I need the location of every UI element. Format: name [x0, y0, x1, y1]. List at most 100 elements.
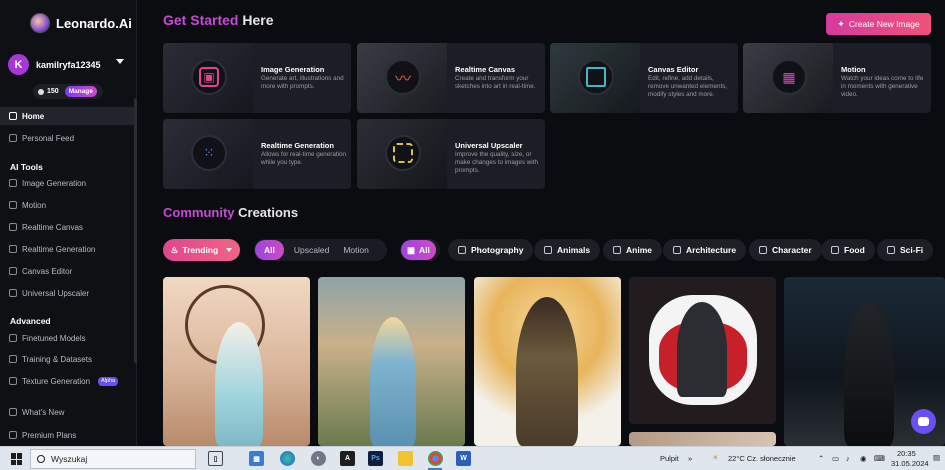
segment-all[interactable]: All	[255, 240, 284, 260]
figure-shape	[844, 302, 894, 446]
word-icon[interactable]: W	[456, 451, 471, 466]
news-icon	[9, 408, 17, 416]
trello-icon[interactable]: ▦	[249, 451, 264, 466]
sidebar-item-premium-plans[interactable]: Premium Plans	[0, 426, 136, 444]
app-name: Leonardo.Ai	[56, 15, 132, 31]
category-all[interactable]: ▦ All	[400, 239, 440, 261]
flame-icon: ♨	[170, 244, 179, 255]
trending-dropdown[interactable]: ♨ Trending	[163, 239, 240, 261]
community-image-dreamcatcher[interactable]	[163, 277, 310, 446]
film-icon: ▦	[782, 68, 796, 85]
community-image-princess[interactable]	[318, 277, 465, 446]
page-title: Get Started Here	[163, 12, 274, 28]
sidebar-item-personal-feed[interactable]: Personal Feed	[0, 129, 136, 147]
sidebar-item-realtime-generation[interactable]: Realtime Generation	[0, 240, 136, 258]
main-content: Get Started Here ✦ Create New Image ▣ Im…	[137, 0, 945, 446]
figure-shape	[516, 297, 578, 446]
logo[interactable]: Leonardo.Ai	[30, 13, 132, 33]
category-all-active[interactable]: ▦ All	[401, 240, 436, 260]
grid-icon: ⁙	[203, 145, 215, 160]
app-icon[interactable]: ◐	[311, 451, 326, 466]
card-desc: Generate art, illustrations and more wit…	[261, 75, 344, 90]
community-image-next[interactable]	[629, 432, 776, 446]
language-icon[interactable]: ⌨	[874, 454, 885, 463]
card-realtime-canvas[interactable]: 〰 Realtime Canvas Create and transform y…	[357, 43, 545, 113]
card-title: Realtime Generation	[261, 141, 334, 150]
credit-count: 150	[47, 88, 59, 95]
sidebar-item-label: Finetuned Models	[22, 333, 86, 343]
card-icon-ring: 〰	[385, 59, 421, 95]
taskbar-search[interactable]: Wyszukaj	[30, 449, 196, 469]
card-desc: Create and transform your sketches into …	[455, 75, 536, 90]
trending-label: Trending	[182, 245, 219, 255]
person-icon	[759, 246, 767, 254]
category-photography[interactable]: Photography	[448, 239, 534, 261]
app-a-icon[interactable]: A	[340, 451, 355, 466]
paw-icon	[544, 246, 552, 254]
card-desc: Improve the quality, size, or make chang…	[455, 151, 538, 174]
card-image-generation[interactable]: ▣ Image Generation Generate art, illustr…	[163, 43, 351, 113]
card-canvas-editor[interactable]: Canvas Editor Edit, refine, add details,…	[550, 43, 738, 113]
category-character[interactable]: Character	[749, 239, 822, 261]
title-accent: Get Started	[163, 12, 239, 28]
sidebar-item-label: Realtime Canvas	[22, 222, 83, 232]
category-sci-fi[interactable]: Sci-Fi	[877, 239, 934, 261]
file-explorer-icon[interactable]	[398, 451, 413, 466]
brush-icon	[9, 223, 17, 231]
notification-icon[interactable]: ▤	[933, 453, 940, 462]
sidebar: Leonardo.Ai K kamilryfa12345 150 Manage …	[0, 0, 137, 446]
type-segment: All Upscaled Motion	[254, 239, 387, 261]
segment-motion[interactable]: Motion	[339, 245, 373, 255]
community-image-warrior[interactable]	[474, 277, 621, 446]
volume-icon[interactable]: ♪	[846, 454, 850, 463]
sidebar-item-whats-new[interactable]: What's New	[0, 403, 136, 421]
community-image-samurai[interactable]	[629, 277, 776, 424]
chrome-icon[interactable]	[428, 451, 443, 466]
card-title: Universal Upscaler	[455, 141, 523, 150]
card-motion[interactable]: ▦ Motion Watch your ideas come to life i…	[743, 43, 931, 113]
sidebar-item-universal-upscaler[interactable]: Universal Upscaler	[0, 284, 136, 302]
category-architecture[interactable]: Architecture	[663, 239, 747, 261]
sidebar-item-motion[interactable]: Motion	[0, 196, 136, 214]
sidebar-item-canvas-editor[interactable]: Canvas Editor	[0, 262, 136, 280]
card-realtime-generation[interactable]: ⁙ Realtime Generation Allows for real-ti…	[163, 119, 351, 189]
feed-icon	[9, 134, 17, 142]
user-menu[interactable]: K kamilryfa12345	[8, 54, 128, 75]
desktop-label[interactable]: Pulpit	[660, 454, 679, 463]
title-accent: Community	[163, 205, 235, 220]
sidebar-item-realtime-canvas[interactable]: Realtime Canvas	[0, 218, 136, 236]
clock-date[interactable]: 31.05.2024	[891, 459, 929, 468]
weather-text[interactable]: 22°C Cz. słonecznie	[728, 454, 796, 463]
chevron-up-icon[interactable]: ⌃	[818, 454, 824, 463]
clock-time[interactable]: 20:35	[897, 449, 916, 458]
grid-icon	[9, 245, 17, 253]
card-icon-ring	[385, 135, 421, 171]
sidebar-item-training-datasets[interactable]: Training & Datasets	[0, 350, 136, 368]
sidebar-item-image-generation[interactable]: Image Generation	[0, 174, 136, 192]
edge-icon[interactable]	[280, 451, 295, 466]
battery-icon[interactable]: ▭	[832, 454, 839, 463]
sidebar-item-home[interactable]: Home	[0, 107, 136, 125]
manage-button[interactable]: Manage	[64, 86, 97, 97]
sidebar-item-label: Canvas Editor	[22, 266, 73, 276]
chevron-down-icon[interactable]	[116, 59, 124, 64]
category-food[interactable]: Food	[821, 239, 875, 261]
chevron-right-icon[interactable]: »	[688, 454, 692, 463]
logo-icon	[30, 13, 50, 33]
card-universal-upscaler[interactable]: Universal Upscaler Improve the quality, …	[357, 119, 545, 189]
chat-support-button[interactable]	[911, 409, 936, 434]
photoshop-icon[interactable]: Ps	[368, 451, 383, 466]
network-icon[interactable]: ◉	[860, 454, 867, 463]
category-animals[interactable]: Animals	[534, 239, 601, 261]
task-view-icon[interactable]: ▯	[208, 451, 223, 466]
create-new-image-button[interactable]: ✦ Create New Image	[826, 13, 931, 35]
credits-badge: 150 Manage	[33, 84, 103, 99]
category-anime[interactable]: Anime	[603, 239, 662, 261]
windows-start-icon[interactable]	[11, 453, 23, 465]
crown-icon	[9, 431, 17, 439]
username: kamilryfa12345	[36, 59, 101, 70]
category-label: Character	[772, 245, 812, 255]
sidebar-item-texture-generation[interactable]: Texture Generation Alpha	[0, 372, 136, 390]
segment-upscaled[interactable]: Upscaled	[284, 245, 339, 255]
sidebar-item-finetuned-models[interactable]: Finetuned Models	[0, 329, 136, 347]
